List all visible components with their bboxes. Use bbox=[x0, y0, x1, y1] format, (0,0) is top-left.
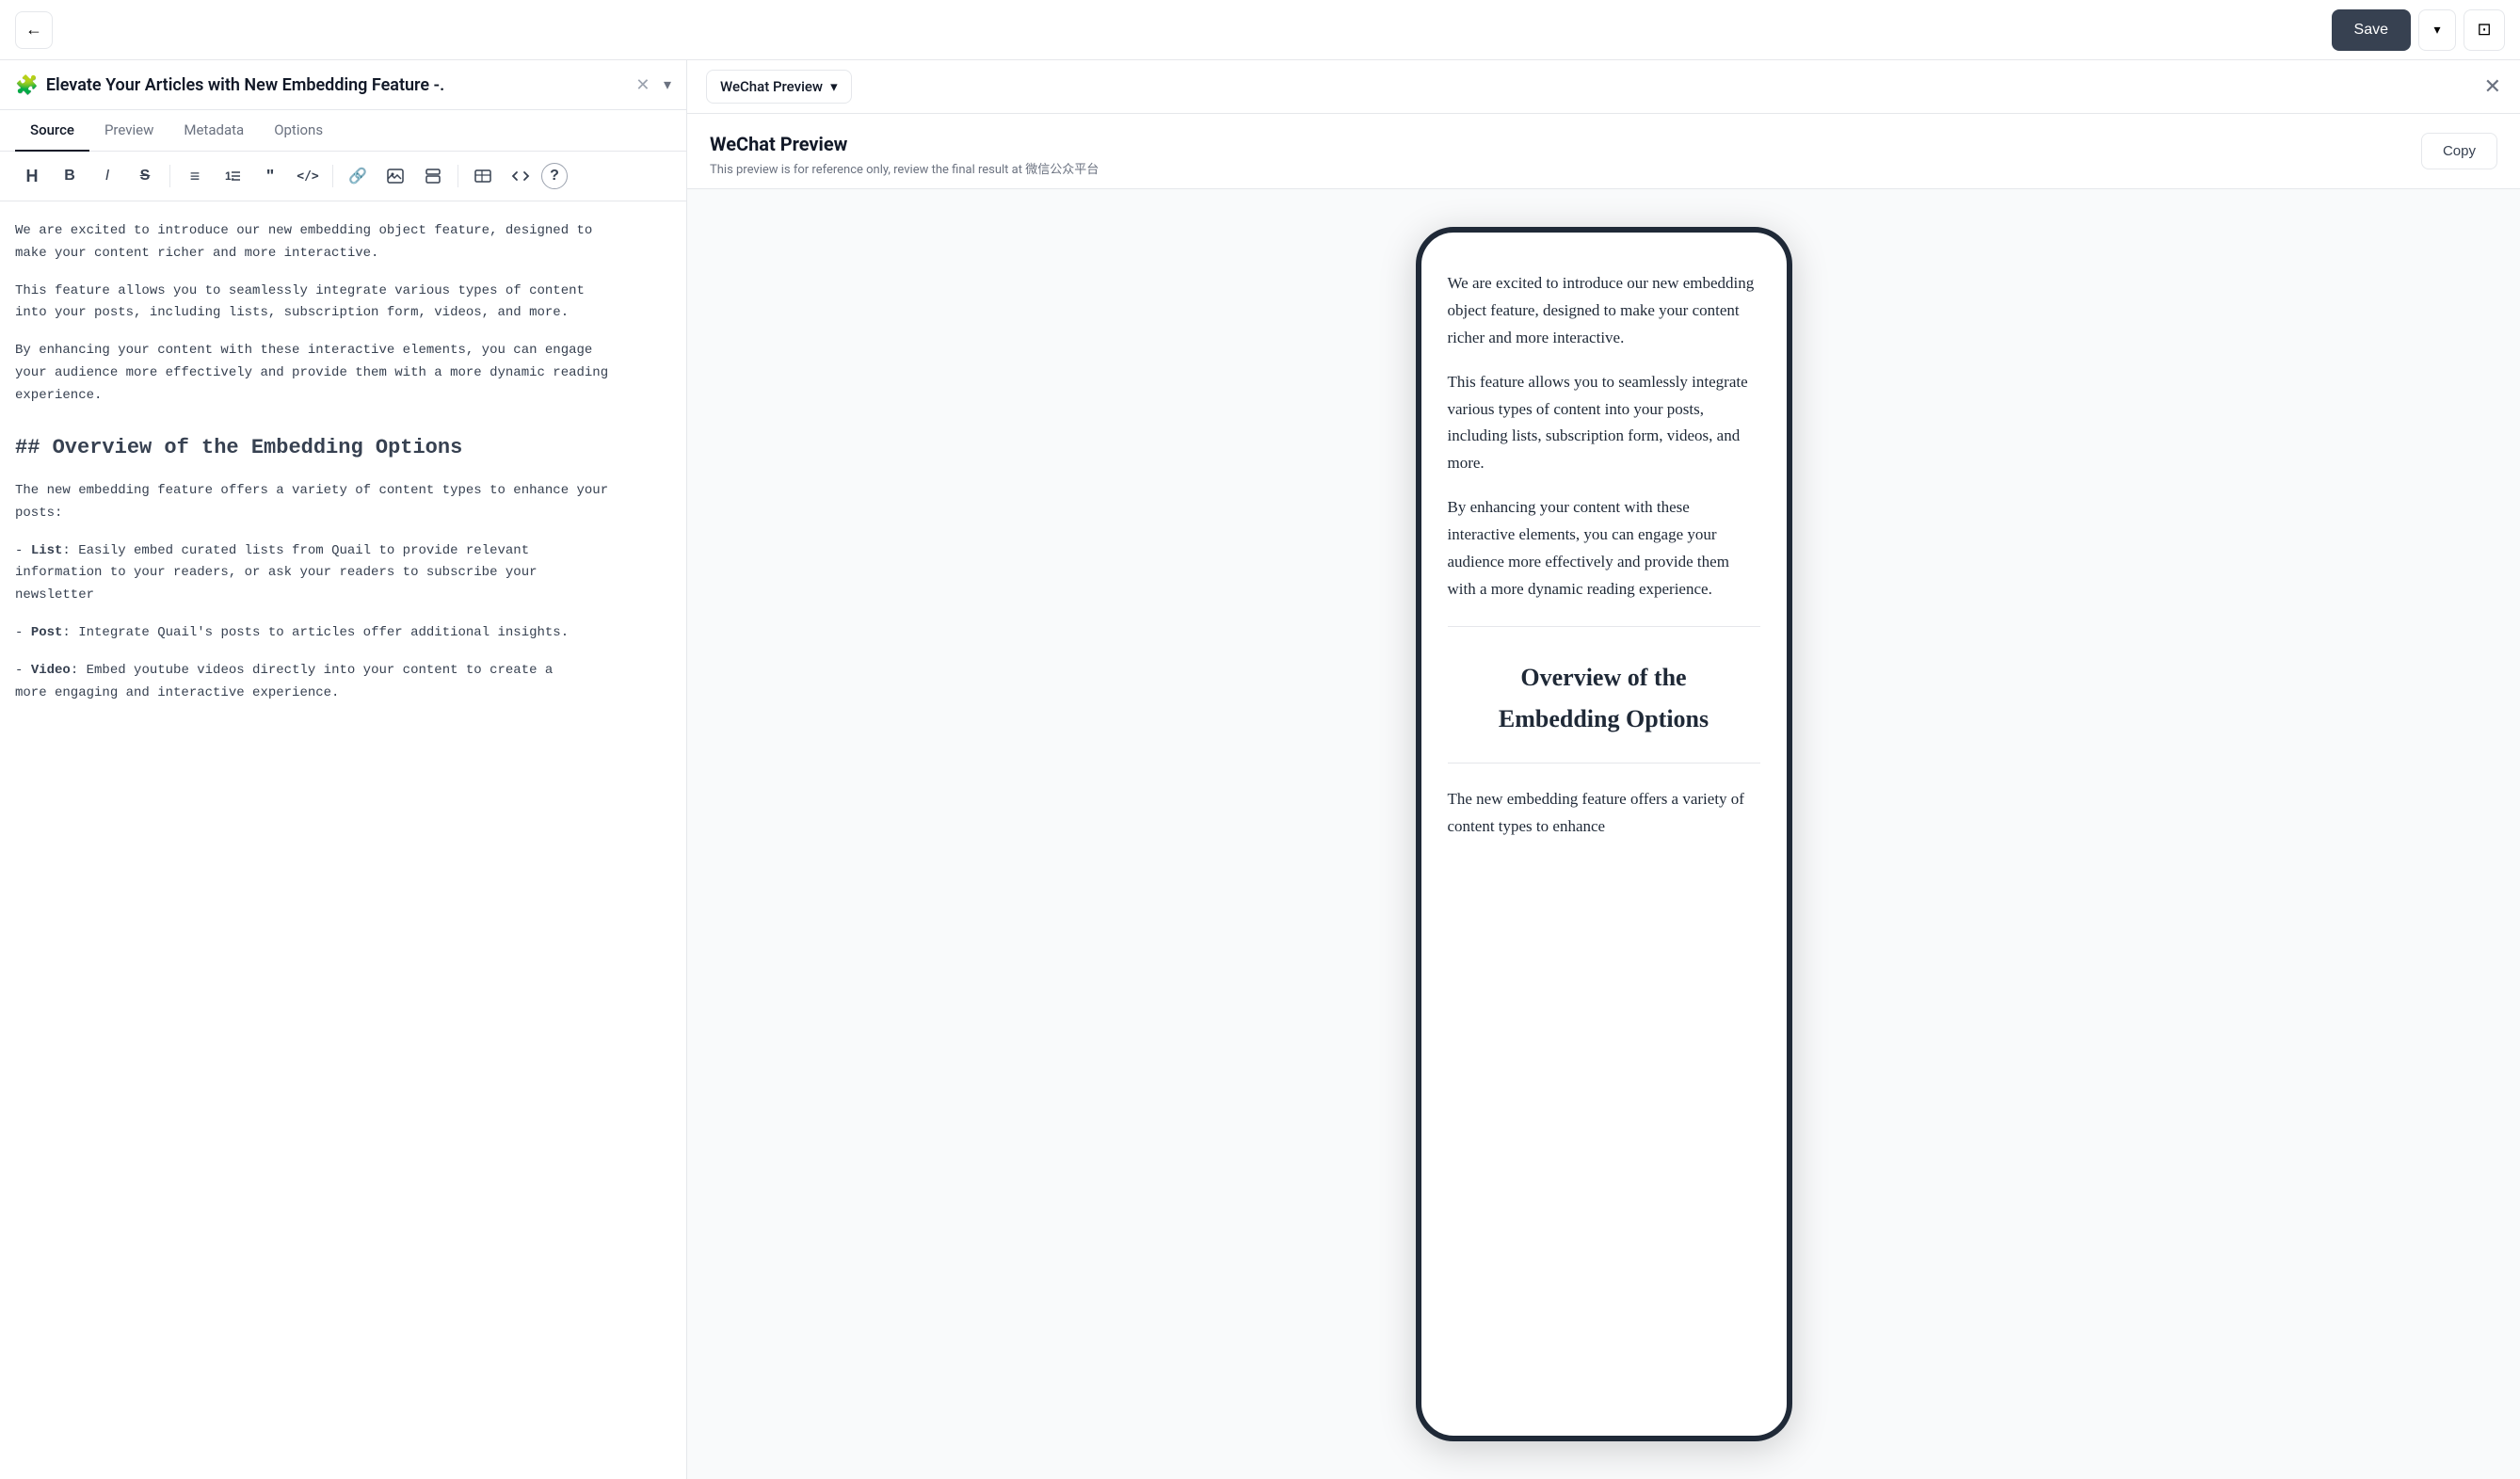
editor-paragraph-4: The new embedding feature offers a varie… bbox=[15, 480, 671, 525]
editor-list-item-3: - Video: Embed youtube videos directly i… bbox=[15, 660, 671, 705]
italic-button[interactable]: I bbox=[90, 159, 124, 193]
back-button[interactable]: ← bbox=[15, 11, 53, 49]
phone-paragraph-2: This feature allows you to seamlessly in… bbox=[1448, 369, 1760, 478]
phone-frame: We are excited to introduce our new embe… bbox=[1416, 227, 1792, 1441]
phone-paragraph-4: The new embedding feature offers a varie… bbox=[1448, 786, 1760, 841]
editor-paragraph-1: We are excited to introduce our new embe… bbox=[15, 220, 671, 265]
bold-button[interactable]: B bbox=[53, 159, 87, 193]
article-title-bar: 🧩 Elevate Your Articles with New Embeddi… bbox=[0, 60, 686, 110]
unordered-list-button[interactable]: ≡ bbox=[178, 159, 212, 193]
preview-header-text: WeChat Preview This preview is for refer… bbox=[710, 133, 2406, 177]
preview-selector-chevron: ▾ bbox=[830, 78, 838, 95]
editor-toolbar: H B I S ≡ 1. " </> 🔗 bbox=[0, 152, 686, 201]
heading-button[interactable]: H bbox=[15, 159, 49, 193]
phone-content: We are excited to introduce our new embe… bbox=[1448, 270, 1760, 841]
blockquote-button[interactable]: " bbox=[253, 159, 287, 193]
copy-button[interactable]: Copy bbox=[2421, 133, 2497, 169]
editor-list-item-1: - List: Easily embed curated lists from … bbox=[15, 540, 671, 607]
image-button[interactable] bbox=[378, 159, 412, 193]
preview-panel: WeChat Preview ▾ ✕ WeChat Preview This p… bbox=[687, 60, 2520, 1479]
table-button[interactable] bbox=[466, 159, 500, 193]
preview-selector[interactable]: WeChat Preview ▾ bbox=[706, 70, 852, 104]
link-button[interactable]: 🔗 bbox=[341, 159, 375, 193]
help-button[interactable]: ? bbox=[541, 163, 568, 189]
save-dropdown-button[interactable]: ▾ bbox=[2418, 9, 2456, 51]
preview-title: WeChat Preview bbox=[710, 133, 2406, 155]
preview-subtitle: This preview is for reference only, revi… bbox=[710, 159, 2406, 177]
toolbar-divider-3 bbox=[457, 165, 458, 187]
preview-selector-label: WeChat Preview bbox=[720, 78, 823, 95]
editor-heading: ## Overview of the Embedding Options bbox=[15, 430, 671, 465]
editor-paragraph-3: By enhancing your content with these int… bbox=[15, 340, 671, 407]
editor-list-item-2: - Post: Integrate Quail's posts to artic… bbox=[15, 622, 671, 645]
code-button[interactable]: </> bbox=[291, 159, 325, 193]
ordered-list-button[interactable]: 1. bbox=[216, 159, 249, 193]
editor-tabs: Source Preview Metadata Options bbox=[0, 110, 686, 152]
preview-content: We are excited to introduce our new embe… bbox=[687, 189, 2520, 1479]
main-area: 🧩 Elevate Your Articles with New Embeddi… bbox=[0, 60, 2520, 1479]
tab-options[interactable]: Options bbox=[259, 110, 338, 152]
tab-metadata[interactable]: Metadata bbox=[169, 110, 259, 152]
phone-paragraph-1: We are excited to introduce our new embe… bbox=[1448, 270, 1760, 352]
save-button[interactable]: Save bbox=[2332, 9, 2411, 51]
strikethrough-button[interactable]: S bbox=[128, 159, 162, 193]
article-chevron-button[interactable]: ▾ bbox=[664, 75, 671, 94]
phone-separator-2 bbox=[1448, 763, 1760, 764]
embed-button[interactable] bbox=[504, 159, 538, 193]
preview-close-button[interactable]: ✕ bbox=[2484, 74, 2501, 99]
clear-title-button[interactable]: ✕ bbox=[630, 72, 656, 98]
toolbar-divider-2 bbox=[332, 165, 333, 187]
tab-source[interactable]: Source bbox=[15, 110, 89, 152]
preview-header: WeChat Preview This preview is for refer… bbox=[687, 114, 2520, 189]
tab-preview[interactable]: Preview bbox=[89, 110, 169, 152]
editor-panel: 🧩 Elevate Your Articles with New Embeddi… bbox=[0, 60, 687, 1479]
top-bar: ← Save ▾ ⊡ bbox=[0, 0, 2520, 60]
layout-toggle-button[interactable]: ⊡ bbox=[2464, 9, 2505, 51]
phone-paragraph-3: By enhancing your content with these int… bbox=[1448, 494, 1760, 603]
toolbar-divider-1 bbox=[169, 165, 170, 187]
editor-content[interactable]: We are excited to introduce our new embe… bbox=[0, 201, 686, 1479]
article-title: Elevate Your Articles with New Embedding… bbox=[46, 75, 622, 95]
preview-top-bar: WeChat Preview ▾ ✕ bbox=[687, 60, 2520, 114]
editor-paragraph-2: This feature allows you to seamlessly in… bbox=[15, 281, 671, 326]
phone-separator bbox=[1448, 626, 1760, 627]
stack-button[interactable] bbox=[416, 159, 450, 193]
article-icon: 🧩 bbox=[15, 73, 39, 96]
phone-section-title: Overview of theEmbedding Options bbox=[1448, 657, 1760, 740]
